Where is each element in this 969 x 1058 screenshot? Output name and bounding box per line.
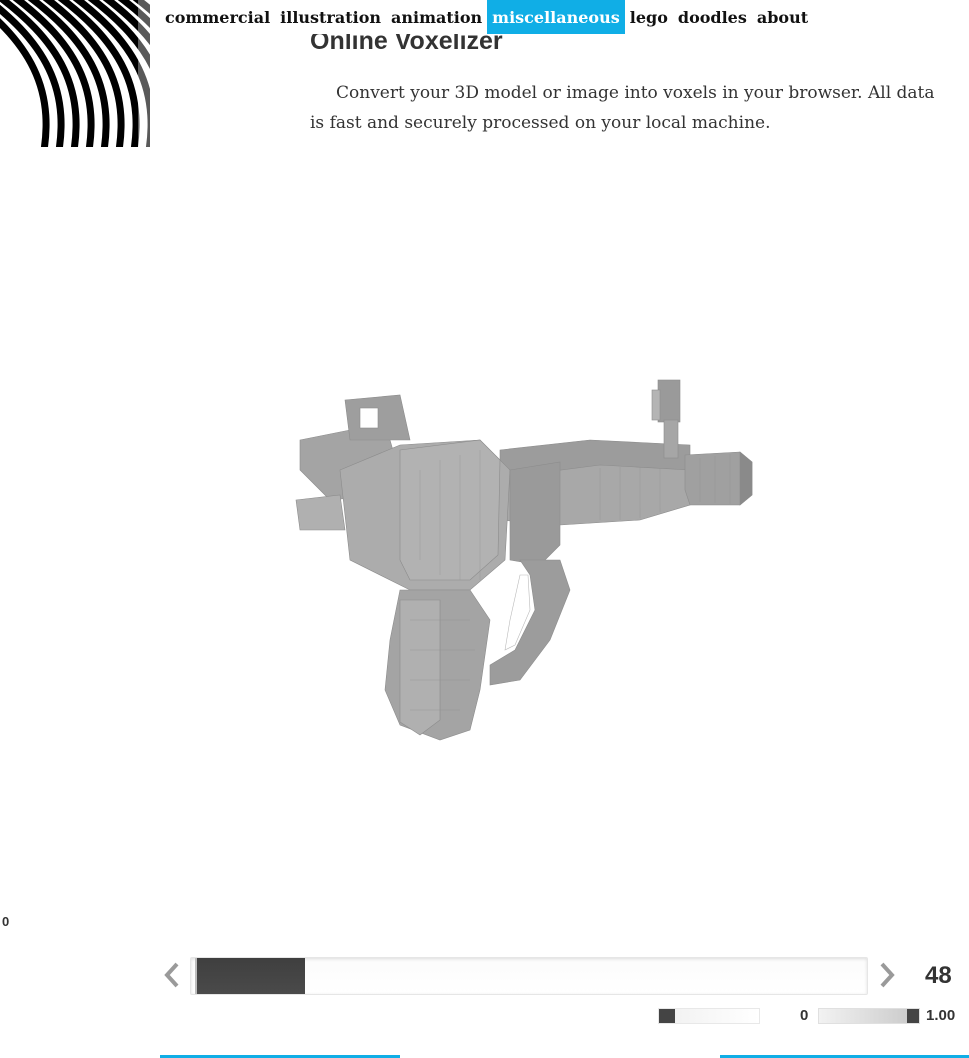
voxel-model bbox=[295, 379, 753, 741]
resolution-slider[interactable] bbox=[190, 957, 868, 995]
main-nav: commercial illustration animation miscel… bbox=[160, 0, 813, 34]
mini-slider-right[interactable] bbox=[818, 1008, 920, 1024]
next-button[interactable] bbox=[875, 960, 899, 990]
nav-item-lego[interactable]: lego bbox=[625, 0, 673, 34]
chevron-right-icon bbox=[880, 962, 895, 988]
prev-button[interactable] bbox=[160, 960, 184, 990]
mini-slider-right-handle[interactable] bbox=[907, 1009, 919, 1023]
nav-item-doodles[interactable]: doodles bbox=[673, 0, 752, 34]
page-title-container: Online Voxelizer bbox=[305, 34, 705, 62]
mini-slider-min-label: 0 bbox=[800, 1007, 809, 1024]
left-readout: 0 bbox=[2, 914, 10, 929]
site-logo[interactable] bbox=[0, 0, 150, 147]
striped-logo-graphic bbox=[0, 0, 150, 147]
voxel-body bbox=[295, 379, 753, 741]
mini-slider-value: 1.00 bbox=[926, 1007, 956, 1024]
chevron-left-icon bbox=[164, 962, 179, 988]
voxel-viewport[interactable] bbox=[150, 160, 969, 900]
nav-item-commercial[interactable]: commercial bbox=[160, 0, 275, 34]
resolution-value: 48 bbox=[925, 962, 952, 989]
mini-slider-left-handle[interactable] bbox=[659, 1009, 675, 1023]
intro-text: Convert your 3D model or image into voxe… bbox=[310, 83, 935, 133]
resolution-slider-fill[interactable] bbox=[195, 958, 305, 994]
mini-slider-left[interactable] bbox=[658, 1008, 760, 1024]
nav-item-illustration[interactable]: illustration bbox=[275, 0, 386, 34]
nav-item-miscellaneous[interactable]: miscellaneous bbox=[487, 0, 625, 34]
nav-item-animation[interactable]: animation bbox=[386, 0, 487, 34]
nav-item-about[interactable]: about bbox=[752, 0, 813, 34]
page-title: Online Voxelizer bbox=[310, 34, 503, 55]
